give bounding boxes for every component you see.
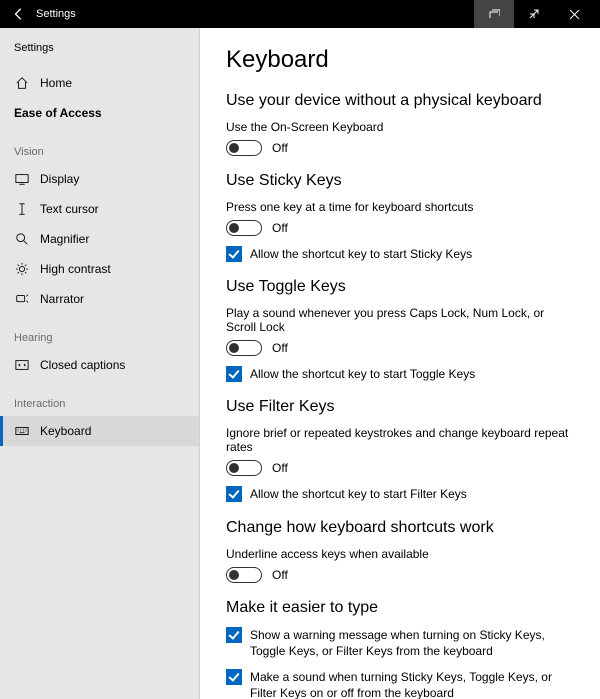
shortcuts-desc: Underline access keys when available	[226, 547, 574, 561]
home-icon	[14, 76, 30, 90]
nav-text-cursor[interactable]: Text cursor	[0, 194, 199, 224]
section-togglekeys-heading: Use Toggle Keys	[226, 278, 574, 296]
filter-shortcut-checkbox-row[interactable]: Allow the shortcut key to start Filter K…	[226, 486, 566, 502]
breadcrumb: Settings	[0, 38, 199, 68]
cc-icon	[14, 358, 30, 372]
easier-sound-checkbox-row[interactable]: Make a sound when turning Sticky Keys, T…	[226, 669, 566, 699]
nav-home[interactable]: Home	[0, 68, 199, 98]
nav-narrator[interactable]: Narrator	[0, 284, 199, 314]
section-osk-heading: Use your device without a physical keybo…	[226, 92, 574, 110]
text-cursor-icon	[14, 202, 30, 216]
section-sticky-heading: Use Sticky Keys	[226, 172, 574, 190]
togglekeys-shortcut-checkbox[interactable]	[226, 366, 242, 382]
nav-label: Narrator	[40, 292, 84, 306]
easier-sound-label: Make a sound when turning Sticky Keys, T…	[250, 669, 566, 699]
sticky-shortcut-checkbox-row[interactable]: Allow the shortcut key to start Sticky K…	[226, 246, 566, 262]
narrator-icon	[14, 292, 30, 306]
easier-warn-checkbox[interactable]	[226, 627, 242, 643]
nav-label: Text cursor	[40, 202, 99, 216]
magnifier-icon	[14, 232, 30, 246]
osk-toggle-state: Off	[272, 141, 288, 155]
filter-shortcut-label: Allow the shortcut key to start Filter K…	[250, 486, 467, 502]
nav-high-contrast[interactable]: High contrast	[0, 254, 199, 284]
filter-toggle-state: Off	[272, 461, 288, 475]
section-shortcuts-heading: Change how keyboard shortcuts work	[226, 519, 574, 537]
easier-warn-label: Show a warning message when turning on S…	[250, 627, 566, 659]
nav-label: Closed captions	[40, 358, 125, 372]
sticky-toggle[interactable]	[226, 220, 262, 236]
restore-down-button[interactable]	[474, 0, 514, 28]
nav-label: Magnifier	[40, 232, 89, 246]
sticky-toggle-state: Off	[272, 221, 288, 235]
osk-toggle[interactable]	[226, 140, 262, 156]
filter-toggle[interactable]	[226, 460, 262, 476]
contrast-icon	[14, 262, 30, 276]
section-filter-heading: Use Filter Keys	[226, 398, 574, 416]
nav-closed-captions[interactable]: Closed captions	[0, 350, 199, 380]
nav-label: Keyboard	[40, 424, 91, 438]
sticky-shortcut-checkbox[interactable]	[226, 246, 242, 262]
easier-sound-checkbox[interactable]	[226, 669, 242, 685]
nav-magnifier[interactable]: Magnifier	[0, 224, 199, 254]
maximize-button[interactable]	[514, 0, 554, 28]
close-button[interactable]	[554, 0, 594, 28]
nav-label: Home	[40, 76, 72, 90]
osk-desc: Use the On-Screen Keyboard	[226, 120, 574, 134]
nav-display[interactable]: Display	[0, 164, 199, 194]
filter-shortcut-checkbox[interactable]	[226, 486, 242, 502]
underline-toggle[interactable]	[226, 567, 262, 583]
group-interaction: Interaction	[0, 380, 199, 416]
togglekeys-toggle-state: Off	[272, 341, 288, 355]
window-title: Settings	[36, 8, 76, 20]
display-icon	[14, 172, 30, 186]
nav-label: High contrast	[40, 262, 111, 276]
nav-keyboard[interactable]: Keyboard	[0, 416, 199, 446]
easier-warn-checkbox-row[interactable]: Show a warning message when turning on S…	[226, 627, 566, 659]
keyboard-icon	[14, 424, 30, 438]
section-easier-heading: Make it easier to type	[226, 599, 574, 617]
group-hearing: Hearing	[0, 314, 199, 350]
sticky-shortcut-label: Allow the shortcut key to start Sticky K…	[250, 246, 472, 262]
content: Keyboard Use your device without a physi…	[200, 28, 600, 699]
back-button[interactable]	[6, 0, 32, 28]
nav-label: Display	[40, 172, 79, 186]
group-vision: Vision	[0, 128, 199, 164]
togglekeys-toggle[interactable]	[226, 340, 262, 356]
togglekeys-shortcut-label: Allow the shortcut key to start Toggle K…	[250, 366, 475, 382]
nav-label: Ease of Access	[14, 106, 102, 120]
titlebar: Settings	[0, 0, 600, 28]
page-title: Keyboard	[226, 46, 574, 74]
nav-section-ease-of-access[interactable]: Ease of Access	[0, 98, 199, 128]
togglekeys-shortcut-checkbox-row[interactable]: Allow the shortcut key to start Toggle K…	[226, 366, 566, 382]
togglekeys-desc: Play a sound whenever you press Caps Loc…	[226, 306, 574, 334]
filter-desc: Ignore brief or repeated keystrokes and …	[226, 426, 574, 454]
sidebar: Settings Home Ease of Access Vision Disp…	[0, 28, 200, 699]
underline-toggle-state: Off	[272, 568, 288, 582]
sticky-desc: Press one key at a time for keyboard sho…	[226, 200, 574, 214]
